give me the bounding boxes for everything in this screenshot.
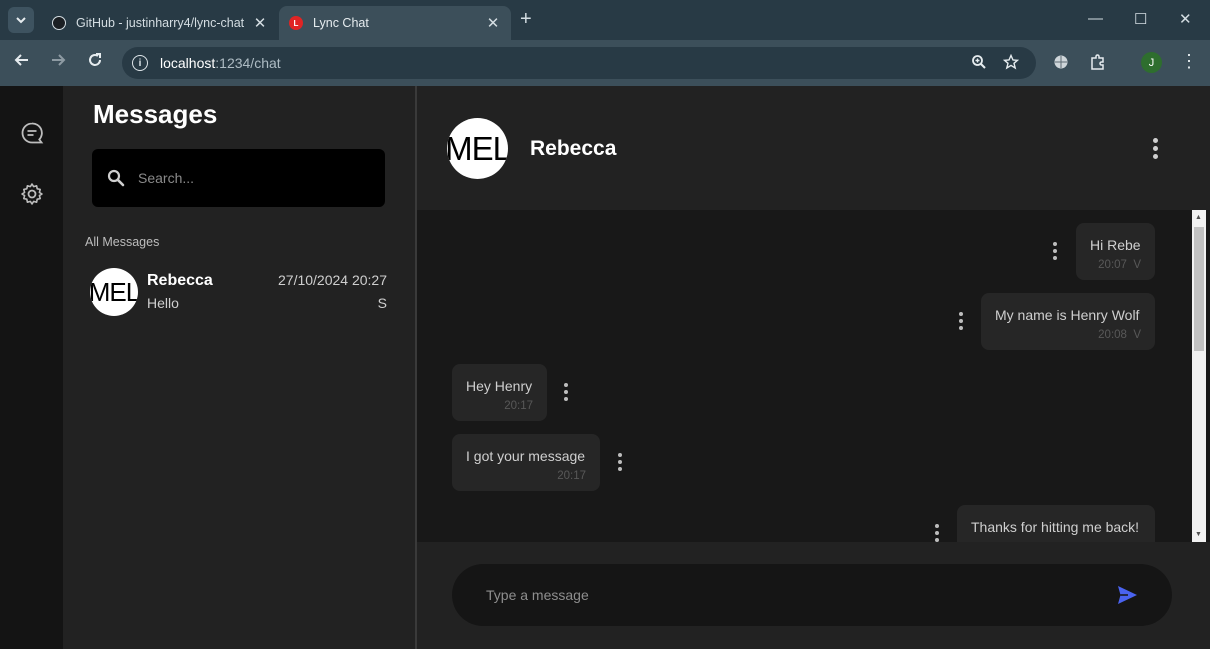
- scroll-up-icon[interactable]: ▲: [1195, 214, 1202, 221]
- maximize-icon[interactable]: ☐: [1134, 10, 1147, 28]
- address-bar[interactable]: i localhost:1234/chat: [122, 47, 1036, 79]
- profile-avatar[interactable]: J: [1141, 52, 1162, 73]
- close-icon[interactable]: ✕: [485, 14, 501, 32]
- tab-search-button[interactable]: [8, 7, 34, 33]
- message-status: V: [1133, 259, 1141, 271]
- message-options-icon[interactable]: [564, 383, 568, 401]
- conversation-name: Rebecca: [147, 272, 213, 289]
- search-input[interactable]: [138, 170, 358, 186]
- conversations-sidebar: Messages All Messages MEL Rebecca 27/10/…: [63, 86, 415, 649]
- message-text: Hi Rebe: [1090, 237, 1141, 253]
- bookmark-star-icon[interactable]: [1002, 53, 1020, 75]
- tab-github[interactable]: GitHub - justinharry4/lync-chat ✕: [42, 6, 278, 40]
- message-meta: 20:07 V: [1090, 259, 1141, 271]
- lync-chat-app: Messages All Messages MEL Rebecca 27/10/…: [0, 86, 1210, 649]
- search-box[interactable]: [92, 149, 385, 207]
- avatar: MEL: [90, 268, 138, 316]
- conversation-last-message: Hello: [147, 295, 179, 311]
- url-text: localhost:1234/chat: [160, 55, 281, 71]
- extension-puzzle-globe-icon[interactable]: [1053, 54, 1069, 75]
- message-text: My name is Henry Wolf: [995, 307, 1140, 323]
- message-bubble-incoming[interactable]: I got your message 20:17: [452, 434, 600, 491]
- tab-title: GitHub - justinharry4/lync-chat: [76, 16, 245, 30]
- chevron-down-icon: [16, 17, 26, 24]
- nav-rail: [0, 86, 63, 649]
- tab-title: Lync Chat: [313, 16, 369, 30]
- message-scrollbar[interactable]: ▲ ▼: [1192, 210, 1206, 542]
- back-icon[interactable]: [14, 52, 30, 73]
- search-icon: [107, 169, 125, 187]
- message-time: 20:07: [1098, 259, 1127, 271]
- site-info-icon[interactable]: i: [132, 55, 148, 71]
- page-title: Messages: [93, 99, 218, 129]
- window-close-icon[interactable]: ✕: [1179, 10, 1192, 28]
- scroll-down-icon[interactable]: ▼: [1195, 531, 1202, 538]
- message-status: V: [1133, 329, 1141, 341]
- minimize-icon[interactable]: —: [1088, 10, 1103, 27]
- send-icon[interactable]: [1116, 584, 1138, 606]
- contact-name: Rebecca: [530, 137, 617, 160]
- message-options-icon[interactable]: [935, 524, 939, 542]
- message-time: 20:17: [504, 400, 533, 412]
- message-time: 20:17: [557, 470, 586, 482]
- new-tab-icon[interactable]: +: [520, 8, 532, 31]
- conversation-time: 27/10/2024 20:27: [278, 272, 387, 288]
- section-label: All Messages: [85, 235, 160, 249]
- browser-menu-icon[interactable]: ⋮: [1180, 51, 1198, 72]
- message-time: 20:08: [1098, 329, 1127, 341]
- tab-lync-chat[interactable]: L Lync Chat ✕: [279, 6, 511, 40]
- reload-icon[interactable]: [87, 52, 103, 73]
- scrollbar-thumb[interactable]: [1194, 227, 1204, 351]
- chat-options-icon[interactable]: [1153, 138, 1158, 159]
- message-input[interactable]: [486, 587, 1086, 603]
- chat-panel: MEL Rebecca Hi Rebe 20:07 V My name is H…: [417, 86, 1210, 649]
- close-icon[interactable]: ✕: [252, 14, 268, 32]
- forward-icon[interactable]: [50, 52, 66, 73]
- message-text: Thanks for hitting me back!: [971, 519, 1140, 535]
- message-options-icon[interactable]: [959, 312, 963, 330]
- chat-icon[interactable]: [20, 121, 44, 145]
- message-meta: 20:17: [466, 400, 533, 412]
- message-text: Hey Henry: [466, 378, 533, 394]
- message-meta: 20:08 V: [995, 329, 1141, 341]
- message-composer: [417, 542, 1210, 649]
- message-bubble-incoming[interactable]: Hey Henry 20:17: [452, 364, 547, 421]
- message-meta: 20:17: [466, 470, 586, 482]
- chat-header: MEL Rebecca: [417, 86, 1210, 210]
- extensions-icon[interactable]: [1089, 54, 1106, 76]
- message-bubble-outgoing[interactable]: Hi Rebe 20:07 V: [1076, 223, 1155, 280]
- message-options-icon[interactable]: [1053, 242, 1057, 260]
- lync-favicon-icon: L: [289, 16, 303, 30]
- url-host: localhost: [160, 55, 216, 71]
- message-list[interactable]: Hi Rebe 20:07 V My name is Henry Wolf 20…: [417, 210, 1210, 542]
- message-text: I got your message: [466, 448, 586, 464]
- message-options-icon[interactable]: [618, 453, 622, 471]
- conversation-status: S: [377, 295, 387, 311]
- browser-chrome: GitHub - justinharry4/lync-chat ✕ L Lync…: [0, 0, 1210, 86]
- avatar: MEL: [447, 118, 508, 179]
- message-bubble-outgoing[interactable]: Thanks for hitting me back!: [957, 505, 1155, 542]
- settings-gear-icon[interactable]: [20, 182, 44, 206]
- github-icon: [52, 16, 66, 30]
- compose-box[interactable]: [452, 564, 1172, 626]
- url-path: :1234/chat: [215, 55, 281, 71]
- conversation-item[interactable]: MEL Rebecca 27/10/2024 20:27 Hello S: [85, 264, 395, 320]
- message-bubble-outgoing[interactable]: My name is Henry Wolf 20:08 V: [981, 293, 1155, 350]
- zoom-icon[interactable]: [971, 54, 987, 75]
- tab-bar: GitHub - justinharry4/lync-chat ✕ L Lync…: [0, 0, 1210, 40]
